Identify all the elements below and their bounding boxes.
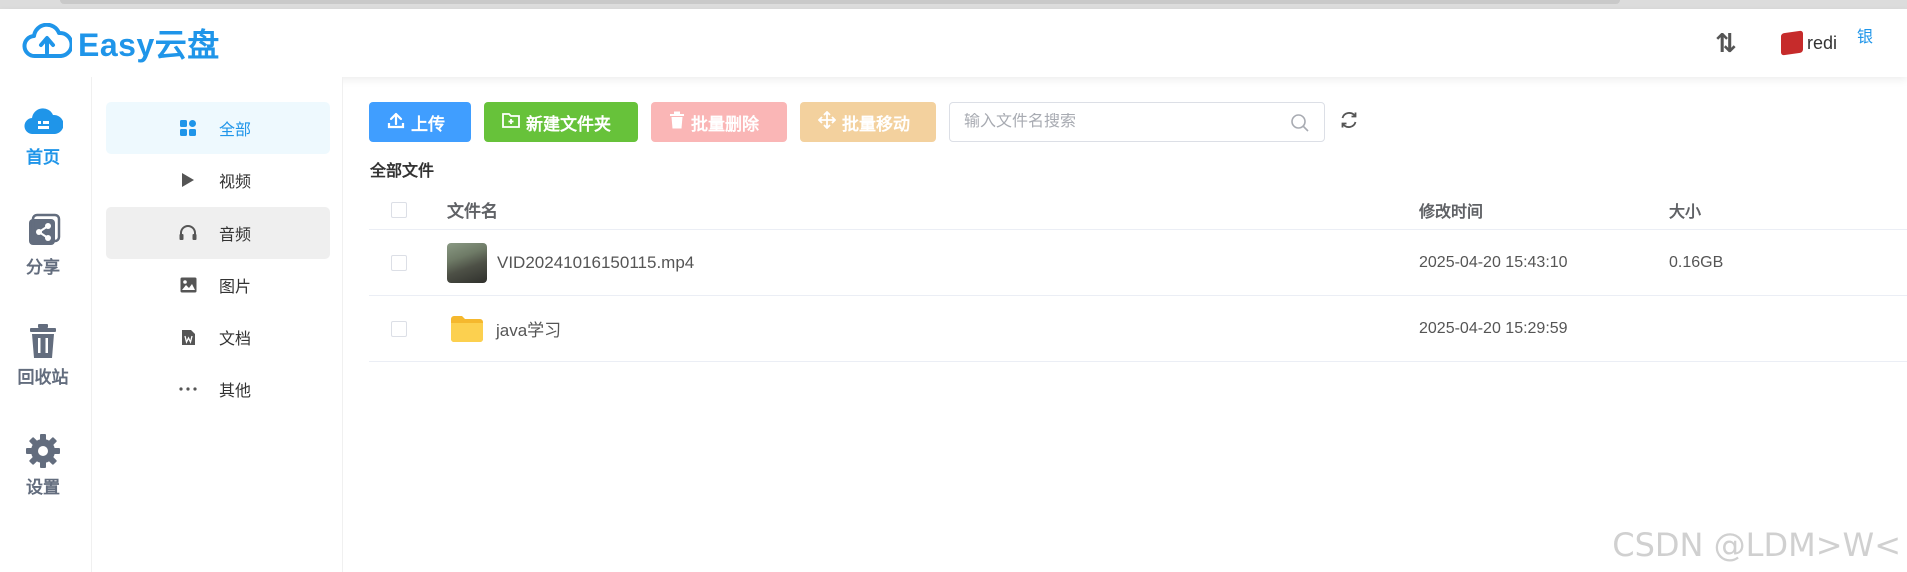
nav-item-home[interactable]: 首页 xyxy=(0,101,86,181)
nav-item-share[interactable]: 分享 xyxy=(0,211,86,291)
file-name[interactable]: java学习 xyxy=(496,316,561,341)
category-audio[interactable]: 音频 xyxy=(106,207,330,259)
document-icon xyxy=(177,329,199,346)
cloud-upload-icon xyxy=(22,23,72,58)
batch-delete-label: 批量删除 xyxy=(691,114,759,134)
column-header-size[interactable]: 大小 xyxy=(1669,198,1701,222)
nav-label-settings: 设置 xyxy=(26,478,60,497)
table-header: 文件名 修改时间 大小 xyxy=(369,190,1907,230)
trash-icon xyxy=(23,321,63,361)
nav-item-recycle[interactable]: 回收站 xyxy=(0,321,86,401)
file-size: 0.16GB xyxy=(1669,253,1724,271)
table-row[interactable]: java学习 2025-04-20 15:29:59 xyxy=(369,296,1907,362)
breadcrumb[interactable]: 全部文件 xyxy=(370,157,434,181)
watermark: CSDN @LDM>W< xyxy=(1612,526,1901,564)
category-label: 图片 xyxy=(219,279,252,296)
upload-button[interactable]: 上传 xyxy=(369,102,471,142)
category-image[interactable]: 图片 xyxy=(106,259,330,311)
headphones-icon xyxy=(177,225,199,241)
modified-time: 2025-04-20 15:29:59 xyxy=(1419,319,1568,337)
folder-icon xyxy=(450,315,484,343)
category-label: 音频 xyxy=(219,227,252,244)
new-folder-label: 新建文件夹 xyxy=(526,114,611,134)
move-arrows-icon xyxy=(817,110,837,134)
app-logo[interactable]: Easy云盘 xyxy=(22,20,220,66)
cloud-home-icon xyxy=(23,101,63,141)
file-name[interactable]: VID20241016150115.mp4 xyxy=(497,253,694,273)
main-nav: 首页 分享 回收站 设置 xyxy=(0,77,92,572)
share-icon xyxy=(23,211,63,251)
image-icon xyxy=(177,277,199,293)
app-title: Easy云盘 xyxy=(78,27,220,63)
browser-scrollbar xyxy=(60,0,1620,4)
new-folder-button[interactable]: 新建文件夹 xyxy=(484,102,638,142)
batch-delete-button[interactable]: 批量删除 xyxy=(651,102,787,142)
nav-item-settings[interactable]: 设置 xyxy=(0,431,86,511)
search-icon[interactable] xyxy=(1290,113,1310,138)
column-header-name[interactable]: 文件名 xyxy=(447,197,498,222)
select-all-checkbox[interactable] xyxy=(391,201,407,218)
category-other[interactable]: 其他 xyxy=(106,363,330,415)
gear-icon xyxy=(23,431,63,471)
app-header: Easy云盘 ⇅ redi 银 xyxy=(0,9,1907,77)
row-checkbox[interactable] xyxy=(391,320,407,337)
category-label: 视频 xyxy=(219,174,252,191)
file-name-cell[interactable]: java学习 xyxy=(447,315,561,343)
upload-icon xyxy=(387,111,405,134)
redis-logo-icon xyxy=(1780,30,1803,56)
toolbar: 上传 新建文件夹 批量删除 批量移动 xyxy=(369,102,1359,142)
sort-arrows-icon[interactable]: ⇅ xyxy=(1715,28,1737,59)
category-video[interactable]: 视频 xyxy=(106,154,330,206)
folder-add-icon xyxy=(502,112,520,133)
upload-label: 上传 xyxy=(411,114,445,134)
row-checkbox[interactable] xyxy=(391,254,407,271)
user-menu[interactable]: redi 银 xyxy=(1780,29,1873,56)
table-row[interactable]: VID20241016150115.mp4 2025-04-20 15:43:1… xyxy=(369,230,1907,296)
category-all[interactable]: 全部 xyxy=(106,102,330,154)
nav-label-share: 分享 xyxy=(26,258,60,277)
modified-time: 2025-04-20 15:43:10 xyxy=(1419,253,1568,271)
video-thumbnail xyxy=(447,242,487,283)
nav-label-home: 首页 xyxy=(26,148,60,167)
file-name-cell[interactable]: VID20241016150115.mp4 xyxy=(447,242,694,283)
column-header-time[interactable]: 修改时间 xyxy=(1419,198,1483,222)
search-box xyxy=(949,102,1325,142)
category-label: 其他 xyxy=(219,383,252,400)
category-document[interactable]: 文档 xyxy=(106,311,330,363)
nav-label-recycle: 回收站 xyxy=(17,368,69,387)
category-label: 全部 xyxy=(219,122,252,139)
batch-move-button[interactable]: 批量移动 xyxy=(800,102,936,142)
batch-move-label: 批量移动 xyxy=(842,114,910,134)
trash-icon xyxy=(669,111,685,134)
refresh-icon[interactable] xyxy=(1339,110,1359,135)
file-panel: 上传 新建文件夹 批量删除 批量移动 全部文件 文件名 修改时间 大小 xyxy=(343,77,1907,572)
search-input[interactable] xyxy=(964,113,1284,131)
more-icon xyxy=(177,387,199,391)
user-extra: 银 xyxy=(1856,29,1873,46)
file-table: 文件名 修改时间 大小 VID20241016150115.mp4 2025-0… xyxy=(369,190,1907,362)
play-icon xyxy=(177,172,199,188)
category-nav: 全部 视频 音频 图片 文档 其他 xyxy=(92,77,343,572)
user-name: redi xyxy=(1806,32,1837,53)
grid-icon xyxy=(177,120,199,136)
category-label: 文档 xyxy=(219,331,252,348)
browser-top-strip xyxy=(0,0,1907,9)
